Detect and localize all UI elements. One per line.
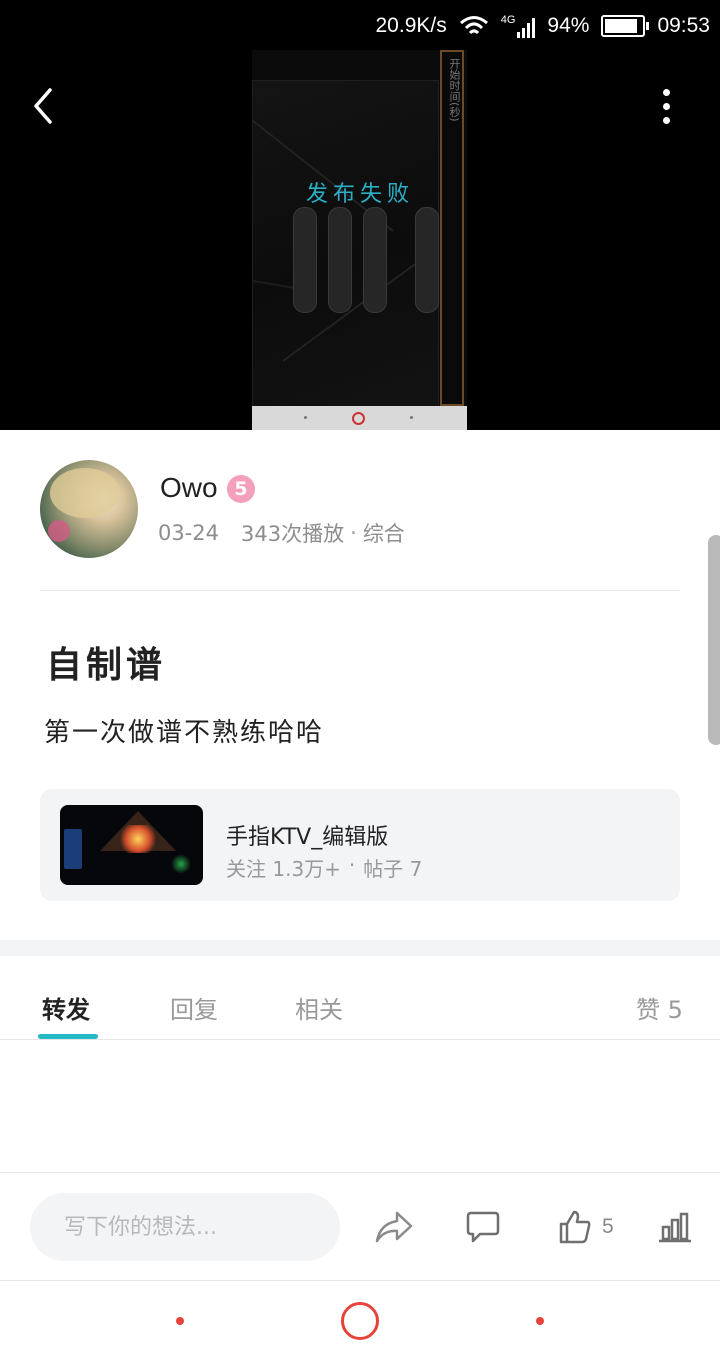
stats-icon [659,1212,691,1243]
section-gap [0,940,720,956]
post-meta: 03-24 343次播放 · 综合 [158,518,405,548]
topic-followers: 关注 1.3万+ [226,857,341,881]
edge-handle[interactable] [708,535,720,745]
video-pill [293,207,317,313]
battery-percent: 94% [547,14,590,37]
avatar[interactable] [40,460,138,558]
divider [0,1172,720,1173]
post-category[interactable]: 综合 [363,518,405,548]
divider [0,1280,720,1281]
divider [0,1039,720,1040]
wifi-icon [459,16,488,35]
video-pill [415,207,439,313]
share-icon [375,1211,413,1243]
topic-posts: 帖子 7 [363,857,423,881]
stats-button[interactable] [658,1206,692,1248]
thumbs-up-icon [559,1210,591,1244]
status-bar: 20.9K/s 4G 94% 09:53 [0,0,720,52]
more-vertical-icon[interactable] [650,84,682,128]
comment-icon [466,1211,500,1243]
topic-card[interactable]: 手指KTV_编辑版 关注 1.3万+ · 帖子 7 [40,789,680,901]
share-button[interactable] [374,1206,414,1248]
meta-separator: · [350,521,357,545]
divider [40,590,680,591]
signal-icon: 4G [501,14,536,38]
nav-back-button[interactable] [536,1317,544,1325]
post-date: 03-24 [158,521,220,545]
video-nav-bar [252,406,467,430]
clock: 09:53 [657,14,710,37]
publish-failed-text: 发布失败 [305,182,414,207]
video-player[interactable]: 20.9K/s 4G 94% 09:53 开始时间(秒) 发布失败 [0,0,720,430]
tab-likes[interactable]: 赞 5 [636,990,683,1025]
back-button[interactable] [30,84,70,128]
tab-reposts[interactable]: 转发 [42,990,90,1025]
topic-stats: 关注 1.3万+ · 帖子 7 [226,853,422,882]
video-screen [252,80,439,407]
nav-home-button[interactable] [341,1302,379,1340]
nav-menu-button[interactable] [176,1317,184,1325]
video-pill [328,207,352,313]
back-arrow-icon [34,88,52,124]
video-frame: 开始时间(秒) [252,50,467,430]
battery-icon [601,15,650,37]
video-pill [363,207,387,313]
topic-thumbnail [60,805,203,885]
tab-replies[interactable]: 回复 [170,990,218,1025]
topic-separator: · [348,853,356,877]
author-name[interactable]: Owo [160,472,218,504]
post-body: 第一次做谱不熟练哈哈 [44,718,325,748]
tab-related[interactable]: 相关 [295,990,343,1025]
topic-name: 手指KTV_编辑版 [226,825,389,850]
comment-input[interactable] [30,1193,340,1261]
like-button[interactable]: 5 [558,1206,614,1248]
post-title: 自制谱 [46,645,167,686]
like-count: 5 [602,1215,614,1238]
video-sidebar: 开始时间(秒) [440,50,464,406]
net-speed: 20.9K/s [375,14,447,37]
level-badge: 5 [227,475,255,503]
play-count: 343次播放 [241,522,345,546]
network-type: 4G [500,14,516,26]
comment-button[interactable] [466,1206,500,1248]
